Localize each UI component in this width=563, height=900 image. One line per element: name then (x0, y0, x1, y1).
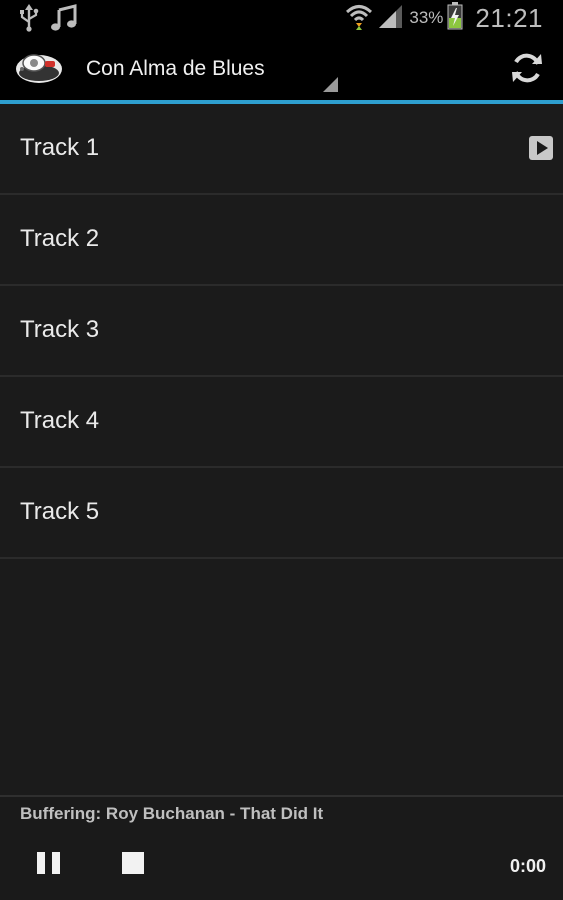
pause-icon (37, 852, 45, 874)
refresh-icon (512, 53, 542, 83)
station-selector[interactable]: Con Alma de Blues (76, 36, 342, 100)
app-screen: 33% 21:21 Con Alma de Blues Track 1 Trac… (0, 0, 563, 900)
dropdown-triangle-icon (323, 77, 338, 92)
music-note-icon (50, 4, 78, 37)
track-item[interactable]: Track 5 (0, 468, 563, 559)
now-playing-icon (529, 136, 553, 160)
wifi-icon (345, 2, 373, 35)
status-bar-system: 33% 21:21 (345, 1, 543, 35)
player-status: Buffering: Roy Buchanan - That Did It (20, 804, 324, 823)
usb-icon (18, 4, 40, 37)
signal-icon (377, 3, 403, 34)
track-label: Track 1 (20, 134, 100, 161)
track-label: Track 3 (20, 316, 100, 343)
player-panel: Buffering: Roy Buchanan - That Did It 0:… (0, 795, 563, 900)
radio-icon[interactable] (14, 47, 64, 92)
refresh-button[interactable] (509, 50, 545, 86)
player-time: 0:00 (509, 856, 546, 876)
track-label: Track 2 (20, 225, 100, 252)
stop-button[interactable] (122, 852, 144, 874)
track-label: Track 4 (20, 407, 100, 434)
station-title: Con Alma de Blues (86, 57, 265, 80)
track-item[interactable]: Track 4 (0, 377, 563, 468)
track-list: Track 1 Track 2 Track 3 Track 4 Track 5 (0, 104, 563, 559)
action-bar: Con Alma de Blues (0, 36, 563, 100)
pause-button[interactable] (36, 852, 62, 874)
track-item[interactable]: Track 2 (0, 195, 563, 286)
battery-percent: 33% (409, 8, 444, 27)
track-item[interactable]: Track 1 (0, 104, 563, 195)
status-bar-clock: 21:21 (475, 2, 543, 33)
battery-charging-icon (447, 1, 463, 35)
status-bar-notifications (18, 4, 78, 37)
status-bar: 33% 21:21 (0, 0, 563, 36)
track-item[interactable]: Track 3 (0, 286, 563, 377)
pause-icon (52, 852, 60, 874)
track-label: Track 5 (20, 498, 100, 525)
